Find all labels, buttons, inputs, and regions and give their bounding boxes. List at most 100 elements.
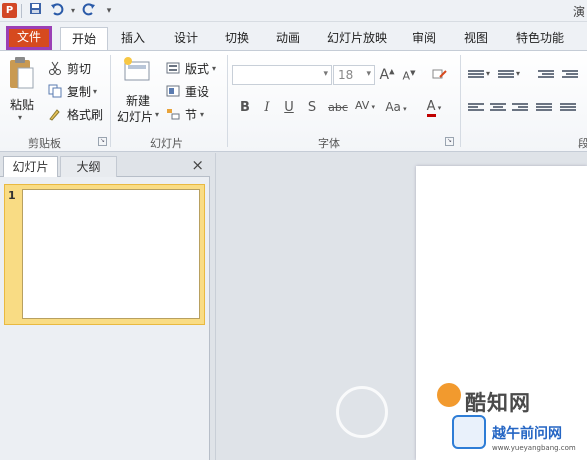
tab-view[interactable]: 视图 bbox=[456, 27, 496, 50]
decrease-indent-icon[interactable] bbox=[538, 69, 554, 81]
copy-button[interactable]: 复制 ▾ bbox=[48, 82, 97, 100]
font-size-value: 18 bbox=[338, 68, 354, 82]
layout-icon bbox=[166, 61, 182, 75]
slides-pane: 幻灯片 大纲 × 1 bbox=[0, 153, 210, 460]
watermark-site-url: www.yueyangbang.com bbox=[492, 444, 576, 452]
section-button[interactable]: 节 ▾ bbox=[166, 105, 204, 123]
redo-icon[interactable] bbox=[80, 2, 98, 20]
numbering-dropdown-icon[interactable]: ▾ bbox=[516, 69, 520, 78]
group-separator bbox=[110, 55, 111, 147]
slide-thumbnail[interactable] bbox=[22, 189, 200, 319]
increase-indent-icon[interactable] bbox=[562, 69, 578, 81]
numbering-icon[interactable] bbox=[498, 69, 514, 81]
font-color-button[interactable]: A ▾ bbox=[422, 99, 446, 117]
watermark-logo-icon bbox=[336, 386, 388, 438]
tab-slides[interactable]: 幻灯片 bbox=[3, 156, 58, 177]
layout-button[interactable]: 版式 ▾ bbox=[166, 59, 216, 77]
reset-label: 重设 bbox=[185, 84, 210, 99]
align-left-icon[interactable] bbox=[468, 102, 484, 114]
section-icon bbox=[166, 107, 182, 121]
tab-file[interactable]: 文件 bbox=[6, 26, 52, 50]
tab-insert[interactable]: 插入 bbox=[113, 27, 153, 50]
tab-design[interactable]: 设计 bbox=[166, 27, 206, 50]
italic-button[interactable]: I bbox=[258, 100, 276, 115]
ribbon-home: 粘贴 ▾ 剪切 复制 ▾ 格式刷 剪贴板 ↘ 新建 幻灯片 ▾ 版式 ▾ 重设 … bbox=[0, 50, 587, 152]
justify-icon[interactable] bbox=[536, 102, 552, 114]
align-right-icon[interactable] bbox=[512, 102, 528, 114]
paste-label: 粘贴 bbox=[10, 98, 35, 112]
new-slide-label-line1: 新建 bbox=[126, 94, 151, 108]
watermark-site-name-2: 越午前问网 bbox=[492, 426, 562, 442]
font-group-label: 字体 bbox=[318, 137, 340, 150]
layout-dropdown-icon[interactable]: ▾ bbox=[212, 64, 216, 73]
new-slide-icon bbox=[124, 57, 150, 81]
change-case-button[interactable]: Aa ▾ bbox=[384, 100, 408, 114]
bullets-icon[interactable] bbox=[468, 69, 484, 81]
font-size-combo[interactable]: 18 ▾ bbox=[333, 65, 375, 85]
slides-group-label: 幻灯片 bbox=[150, 137, 183, 150]
layout-label: 版式 bbox=[185, 61, 210, 76]
new-slide-label-line2: 幻灯片 bbox=[117, 110, 154, 124]
save-icon[interactable] bbox=[26, 2, 44, 20]
character-spacing-button[interactable]: AV ▾ bbox=[353, 99, 377, 112]
clipboard-group-label: 剪贴板 bbox=[28, 137, 61, 150]
customize-qat-icon[interactable]: ▾ bbox=[100, 2, 118, 20]
clipboard-launcher-icon[interactable]: ↘ bbox=[98, 137, 107, 146]
paragraph-group-label: 段 bbox=[578, 137, 587, 150]
reset-button[interactable]: 重设 bbox=[166, 82, 209, 100]
slide-number: 1 bbox=[8, 189, 16, 202]
close-icon[interactable]: × bbox=[191, 156, 204, 174]
cut-label: 剪切 bbox=[67, 61, 92, 76]
tab-slide-show[interactable]: 幻灯片放映 bbox=[322, 27, 392, 50]
font-size-dropdown-icon[interactable]: ▾ bbox=[366, 69, 371, 79]
tab-special-features[interactable]: 特色功能 bbox=[510, 27, 570, 50]
copy-label: 复制 bbox=[67, 84, 92, 99]
bold-button[interactable]: B bbox=[236, 100, 254, 115]
font-name-combo[interactable]: ▾ bbox=[232, 65, 332, 85]
underline-button[interactable]: U bbox=[280, 100, 298, 115]
pane-splitter[interactable] bbox=[215, 153, 216, 460]
tab-outline[interactable]: 大纲 bbox=[60, 156, 117, 177]
slide-thumbnail-item[interactable]: 1 bbox=[4, 184, 205, 325]
align-center-icon[interactable] bbox=[490, 102, 506, 114]
copy-icon bbox=[48, 84, 64, 98]
window-title: 演 bbox=[572, 5, 585, 19]
qat-separator bbox=[21, 4, 22, 18]
quick-access-toolbar: P ▾ ▾ 演 bbox=[0, 0, 587, 22]
cut-button[interactable]: 剪切 bbox=[48, 59, 91, 77]
pane-tabs: 幻灯片 大纲 × bbox=[0, 153, 210, 177]
powerpoint-app-icon[interactable]: P bbox=[2, 3, 17, 18]
tab-review[interactable]: 审阅 bbox=[404, 27, 444, 50]
format-painter-label: 格式刷 bbox=[67, 107, 104, 122]
section-label: 节 bbox=[185, 107, 198, 122]
shadow-button[interactable]: S bbox=[303, 100, 321, 115]
font-launcher-icon[interactable]: ↘ bbox=[445, 137, 454, 146]
copy-dropdown-icon[interactable]: ▾ bbox=[93, 87, 97, 96]
scissors-icon bbox=[48, 61, 64, 75]
format-painter-button[interactable]: 格式刷 bbox=[48, 105, 103, 123]
clear-formatting-icon[interactable] bbox=[430, 67, 448, 85]
paste-icon bbox=[10, 57, 34, 89]
watermark-wifi-icon bbox=[452, 415, 486, 449]
tab-home[interactable]: 开始 bbox=[60, 27, 108, 51]
paste-dropdown-icon[interactable]: ▾ bbox=[18, 113, 22, 122]
bullets-dropdown-icon[interactable]: ▾ bbox=[486, 69, 490, 78]
shrink-font-button[interactable]: A▼ bbox=[400, 69, 418, 83]
font-name-dropdown-icon[interactable]: ▾ bbox=[323, 69, 328, 79]
paste-button[interactable]: 粘贴 ▾ bbox=[6, 56, 40, 126]
watermark-brand-icon bbox=[437, 383, 461, 407]
new-slide-button[interactable]: 新建 幻灯片 ▾ bbox=[116, 56, 160, 128]
grow-font-button[interactable]: A▲ bbox=[378, 67, 396, 83]
group-separator bbox=[227, 55, 228, 147]
section-dropdown-icon[interactable]: ▾ bbox=[200, 110, 204, 119]
watermark-site-name: 酷知网 bbox=[465, 391, 531, 415]
tab-transitions[interactable]: 切换 bbox=[217, 27, 257, 50]
ribbon-tabs: 文件 开始 插入 设计 切换 动画 幻灯片放映 审阅 视图 特色功能 bbox=[0, 22, 587, 51]
new-slide-dropdown-icon[interactable]: ▾ bbox=[155, 110, 159, 119]
reset-icon bbox=[166, 84, 182, 98]
group-separator bbox=[460, 55, 461, 147]
distributed-icon[interactable] bbox=[560, 102, 576, 114]
tab-animations[interactable]: 动画 bbox=[268, 27, 308, 50]
strikethrough-button[interactable]: abc bbox=[326, 101, 350, 114]
brush-icon bbox=[48, 107, 64, 121]
